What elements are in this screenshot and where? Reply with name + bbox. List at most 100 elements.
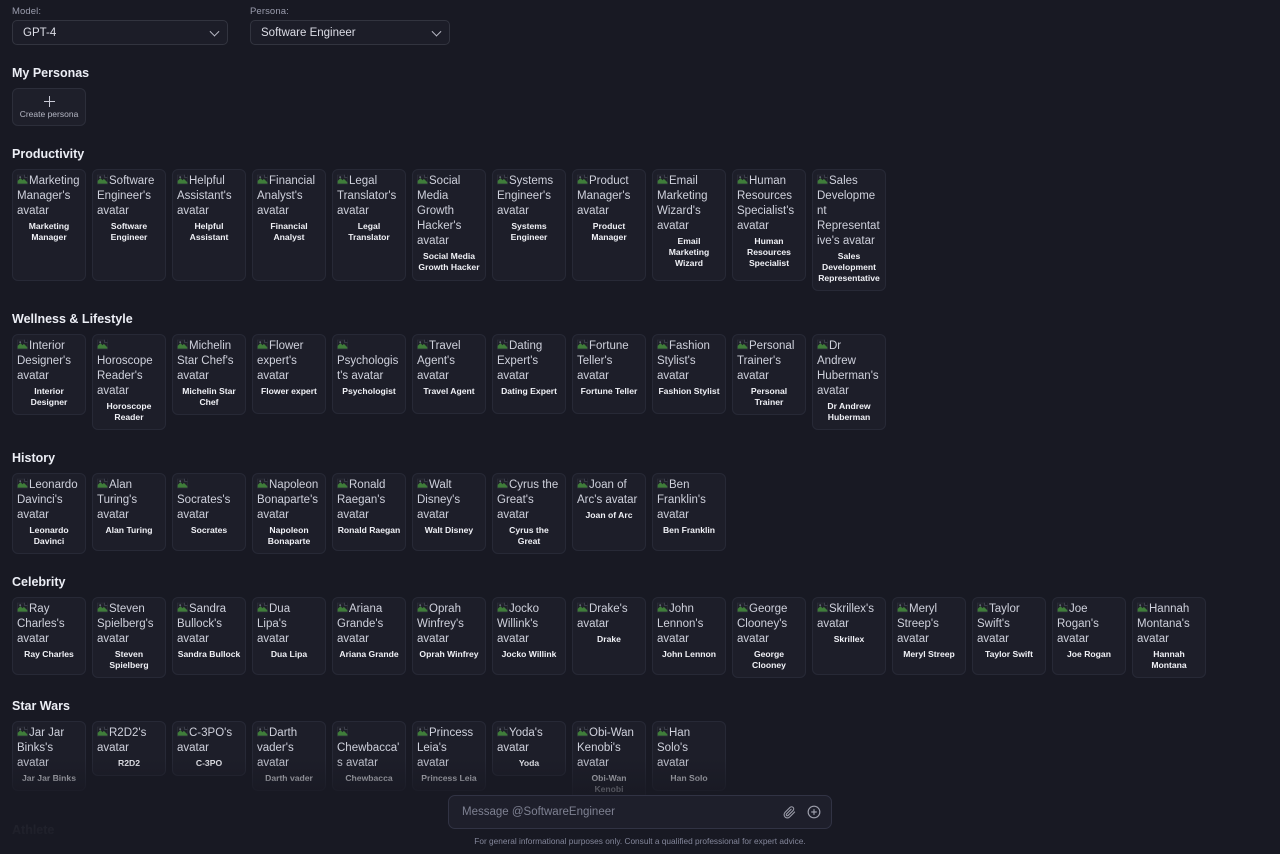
persona-card[interactable]: Interior Designer's avatar Interior Desig… xyxy=(12,334,86,415)
persona-card[interactable]: Email Marketing Wizard's avatar Email Mar… xyxy=(652,169,726,281)
persona-avatar-alt: Messi's avatar xyxy=(17,850,81,854)
persona-card[interactable]: Product Manager's avatar Product Manager xyxy=(572,169,646,281)
persona-card[interactable]: Yoda's avatar Yoda xyxy=(492,721,566,776)
persona-card[interactable]: George Clooney's avatar George Clooney xyxy=(732,597,806,678)
persona-card[interactable]: Legal Translator's avatar Legal Translato… xyxy=(332,169,406,281)
persona-card-name: Ray Charles xyxy=(24,649,74,659)
persona-card[interactable]: Ariana Grande's avatar Ariana Grande xyxy=(332,597,406,675)
broken-image-icon xyxy=(17,850,28,854)
broken-image-icon xyxy=(337,339,348,350)
persona-card[interactable]: Ronaldo's avatarRonaldo xyxy=(492,845,566,854)
persona-row: Messi's avatarMessi Tom Brady's avatarTom… xyxy=(12,845,1268,854)
persona-card[interactable]: Human Resources Specialist's avatar Human… xyxy=(732,169,806,281)
persona-avatar-alt: Helpful Assistant's avatar xyxy=(177,174,232,217)
persona-card[interactable]: Ronald Raegan's avatar Ronald Raegan xyxy=(332,473,406,551)
persona-card[interactable]: John Lennon's avatar John Lennon xyxy=(652,597,726,675)
persona-card-name: Horoscope Reader xyxy=(106,401,152,422)
persona-avatar-alt: Darth vader's avatar xyxy=(257,726,298,769)
persona-card[interactable]: Obi-Wan Kenobi's avatar Obi-Wan Kenobi xyxy=(572,721,646,802)
plus-circle-icon[interactable] xyxy=(807,805,821,819)
persona-card[interactable]: Fortune Teller's avatar Fortune Teller xyxy=(572,334,646,414)
persona-card[interactable]: Chewbacca's avatar Chewbacca xyxy=(332,721,406,791)
persona-card[interactable]: Helpful Assistant's avatar Helpful Assist… xyxy=(172,169,246,281)
persona-card[interactable]: Messi's avatarMessi xyxy=(12,845,86,854)
broken-image-icon xyxy=(1057,602,1068,613)
message-input[interactable] xyxy=(462,806,783,818)
broken-image-icon xyxy=(737,174,748,185)
persona-card[interactable]: Socrates's avatar Socrates xyxy=(172,473,246,551)
persona-card[interactable]: Financial Analyst's avatar Financial Anal… xyxy=(252,169,326,281)
persona-avatar-alt: Walt Disney's avatar xyxy=(417,478,461,521)
message-input-bar[interactable] xyxy=(448,795,832,829)
persona-card[interactable]: Princess Leia's avatar Princess Leia xyxy=(412,721,486,791)
persona-card-name: John Lennon xyxy=(662,649,716,659)
persona-avatar-alt: Software Engineer's avatar xyxy=(97,174,155,217)
persona-select[interactable]: Software Engineer xyxy=(250,20,450,45)
persona-card[interactable]: Cyrus the Great's avatar Cyrus the Great xyxy=(492,473,566,554)
broken-image-icon xyxy=(657,602,668,613)
persona-card[interactable]: Ben Franklin's avatar Ben Franklin xyxy=(652,473,726,551)
persona-card[interactable]: Hannah Montana's avatar Hannah Montana xyxy=(1132,597,1206,678)
persona-card[interactable]: Tom Brady's avatarTom Brady xyxy=(92,845,166,854)
persona-card[interactable]: Leonardo Davinci's avatar Leonardo Davinc… xyxy=(12,473,86,554)
persona-card[interactable]: Alan Turing's avatar Alan Turing xyxy=(92,473,166,551)
persona-card[interactable]: Darth vader's avatar Darth vader xyxy=(252,721,326,791)
persona-card[interactable]: Travel Agent's avatar Travel Agent xyxy=(412,334,486,414)
persona-card[interactable]: Kobe Bryant's avatarKobe Bryant xyxy=(332,845,406,854)
broken-image-icon xyxy=(97,602,108,613)
persona-card[interactable]: Ray Charles's avatar Ray Charles xyxy=(12,597,86,675)
persona-card[interactable]: C-3PO's avatar C-3PO xyxy=(172,721,246,776)
persona-card[interactable]: Han Solo's avatar Han Solo xyxy=(652,721,726,791)
persona-card-name: Socrates xyxy=(190,525,228,535)
persona-card[interactable]: Systems Engineer's avatar Systems Enginee… xyxy=(492,169,566,281)
persona-card-name: Email Marketing Wizard xyxy=(668,236,710,268)
persona-card[interactable]: Joan of Arc's avatar Joan of Arc xyxy=(572,473,646,551)
broken-image-icon xyxy=(417,339,428,350)
persona-avatar-alt: Steven Spielberg's avatar xyxy=(97,602,154,645)
persona-avatar-alt: Ronald Raegan's avatar xyxy=(337,478,386,521)
persona-card[interactable]: Dating Expert's avatar Dating Expert xyxy=(492,334,566,414)
persona-card[interactable]: Walt Disney's avatar Walt Disney xyxy=(412,473,486,551)
model-select[interactable]: GPT-4 xyxy=(12,20,228,45)
section-title: Productivity xyxy=(12,147,85,161)
broken-image-icon xyxy=(417,174,428,185)
persona-card-name: Skrillex xyxy=(833,634,865,644)
persona-card[interactable]: Sales Development Representative's avata… xyxy=(812,169,886,291)
persona-card[interactable]: Jar Jar Binks's avatar Jar Jar Binks xyxy=(12,721,86,791)
persona-card[interactable]: Psychologist's avatar Psychologist xyxy=(332,334,406,414)
persona-card[interactable]: Sandra Bullock's avatar Sandra Bullock xyxy=(172,597,246,675)
persona-card[interactable]: R2D2's avatar R2D2 xyxy=(92,721,166,776)
persona-avatar-alt: Jar Jar Binks's avatar xyxy=(17,726,65,769)
persona-card[interactable]: Jocko Willink's avatar Jocko Willink xyxy=(492,597,566,675)
persona-card[interactable]: Roger's avatarRoger xyxy=(252,845,326,854)
persona-card[interactable]: Joe Rogan's avatar Joe Rogan xyxy=(1052,597,1126,675)
persona-card[interactable]: LeBron's avatarLeBron xyxy=(172,845,246,854)
persona-card[interactable]: Personal Trainer's avatar Personal Traine… xyxy=(732,334,806,415)
paperclip-icon[interactable] xyxy=(783,805,796,819)
persona-card-name: Napoleon Bonaparte xyxy=(267,525,311,546)
model-field: Model: GPT-4 xyxy=(12,6,228,45)
broken-image-icon xyxy=(737,339,748,350)
persona-card[interactable]: Oprah Winfrey's avatar Oprah Winfrey xyxy=(412,597,486,675)
persona-avatar-alt: Meryl Streep's avatar xyxy=(897,602,939,645)
create-persona-button[interactable]: Create persona xyxy=(12,88,86,126)
persona-card[interactable]: Dr Andrew Huberman's avatar Dr Andrew Hub… xyxy=(812,334,886,430)
persona-card-name: Cyrus the Great xyxy=(509,525,549,546)
persona-avatar-alt: Ray Charles's avatar xyxy=(17,602,65,645)
persona-card[interactable]: Drake's avatar Drake xyxy=(572,597,646,675)
persona-card[interactable]: Fashion Stylist's avatar Fashion Stylist xyxy=(652,334,726,414)
persona-card[interactable]: Software Engineer's avatar Software Engin… xyxy=(92,169,166,281)
persona-card[interactable]: Taylor Swift's avatar Taylor Swift xyxy=(972,597,1046,675)
persona-card[interactable]: Flower expert's avatar Flower expert xyxy=(252,334,326,414)
persona-card[interactable]: Social Media Growth Hacker's avatar Socia… xyxy=(412,169,486,281)
persona-card[interactable]: Serena's avatarSerena xyxy=(412,845,486,854)
persona-card[interactable]: Marketing Manager's avatar Marketing Mana… xyxy=(12,169,86,281)
persona-card[interactable]: Michelin Star Chef's avatar Michelin Star… xyxy=(172,334,246,415)
persona-card[interactable]: Horoscope Reader's avatar Horoscope Reade… xyxy=(92,334,166,430)
persona-card[interactable]: Napoleon Bonaparte's avatar Napoleon Bona… xyxy=(252,473,326,554)
persona-card[interactable]: Steven Spielberg's avatar Steven Spielber… xyxy=(92,597,166,678)
persona-card[interactable]: Dua Lipa's avatar Dua Lipa xyxy=(252,597,326,675)
persona-card[interactable]: Meryl Streep's avatar Meryl Streep xyxy=(892,597,966,675)
persona-card[interactable]: Skrillex's avatar Skrillex xyxy=(812,597,886,675)
persona-avatar-alt: Tom Brady's avatar xyxy=(97,850,161,854)
